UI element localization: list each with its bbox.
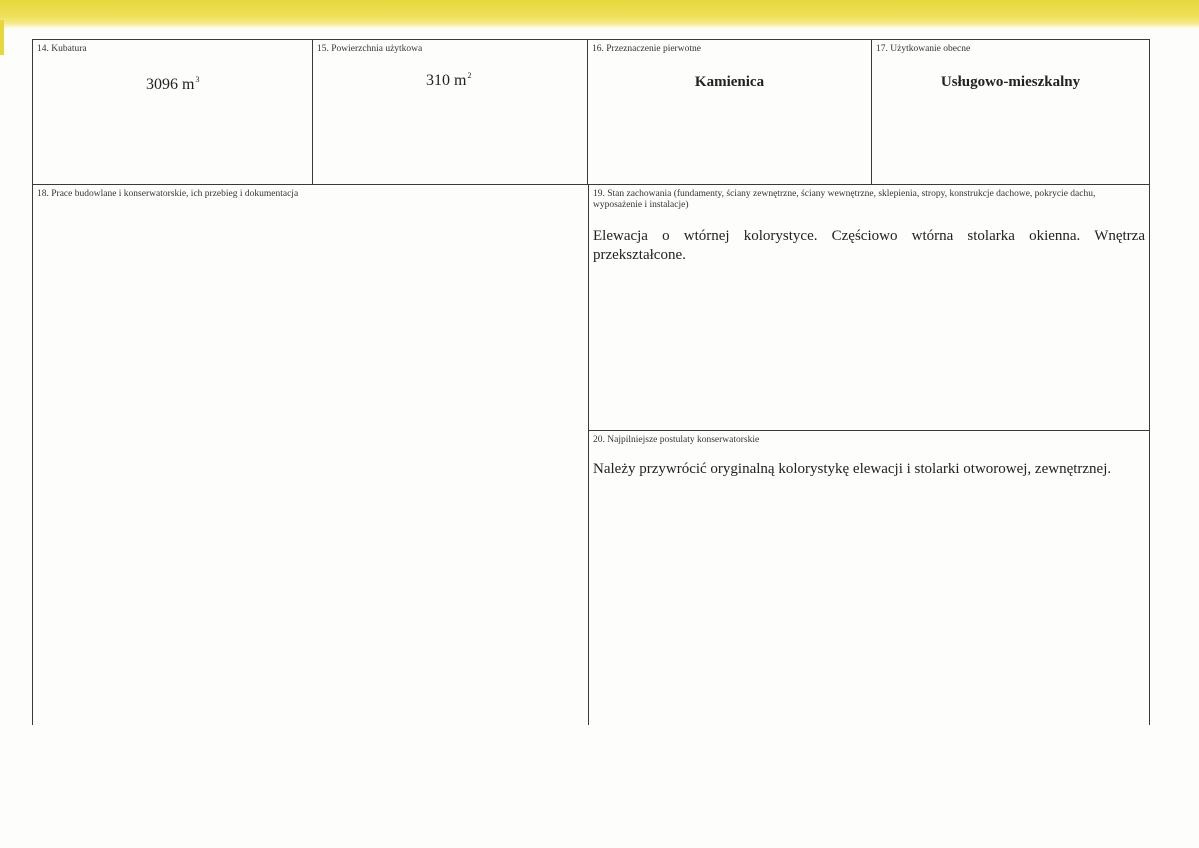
field-14-kubatura: 14. Kubatura 3096 m3 [32, 39, 313, 185]
field-19-stan-zachowania: 19. Stan zachowania (fundamenty, ściany … [588, 184, 1150, 431]
field-16-label: 16. Przeznaczenie pierwotne [592, 44, 701, 54]
field-20-value: Należy przywrócić oryginalną kolorystykę… [593, 461, 1112, 477]
field-16-value: Kamienica [694, 74, 765, 90]
field-17-label: 17. Użytkowanie obecne [876, 44, 971, 54]
conservation-record-form: 14. Kubatura 3096 m3 15. Powierzchnia uż… [32, 39, 1150, 725]
field-18-prace: 18. Prace budowlane i konserwatorskie, i… [32, 184, 589, 725]
field-20-label: 20. Najpilniejsze postulaty konserwators… [593, 435, 760, 445]
field-15-powierzchnia: 15. Powierzchnia użytkowa 310 m2 [312, 39, 588, 185]
field-15-value-text: 310 m [426, 72, 467, 89]
field-19-label: 19. Stan zachowania (fundamenty, ściany … [593, 189, 1096, 210]
field-14-label: 14. Kubatura [37, 44, 87, 54]
page-edge-mark [0, 20, 4, 55]
field-19-value: Elewacja o wtórnej kolorystyce. Częściow… [593, 228, 1145, 263]
field-14-value-text: 3096 m [146, 76, 195, 93]
field-16-przeznaczenie: 16. Przeznaczenie pierwotne Kamienica [587, 39, 872, 185]
field-18-label: 18. Prace budowlane i konserwatorskie, i… [37, 189, 299, 199]
field-17-value: Usługowo-mieszkalny [940, 74, 1081, 90]
field-20-postulaty: 20. Najpilniejsze postulaty konserwators… [588, 430, 1150, 725]
field-14-value: 3096 m3 [146, 75, 199, 94]
field-15-unit-exponent: 2 [467, 71, 472, 80]
field-15-label: 15. Powierzchnia użytkowa [317, 44, 423, 54]
page-edge-strip [0, 0, 1199, 30]
field-15-value: 310 m2 [426, 71, 471, 90]
field-17-uzytkowanie: 17. Użytkowanie obecne Usługowo-mieszkal… [871, 39, 1150, 185]
field-14-unit-exponent: 3 [195, 75, 200, 84]
